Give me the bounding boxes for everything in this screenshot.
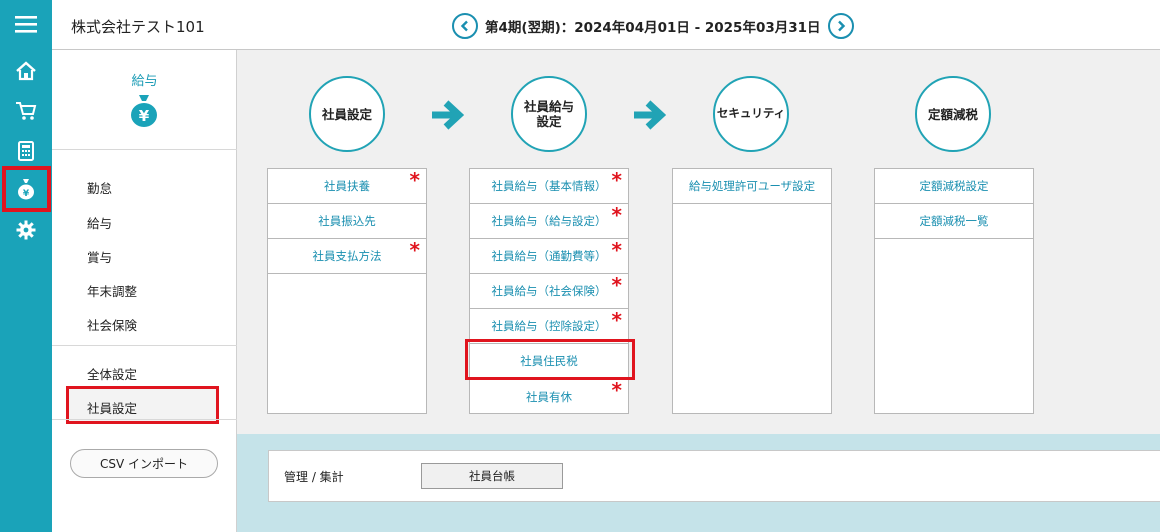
menu-item-label: 社員支払方法 [312, 249, 382, 263]
chevron-right-icon [837, 20, 845, 32]
csv-import-button[interactable]: CSV インポート [70, 449, 218, 478]
sidebar-item-bonus[interactable]: 賞与 [87, 247, 112, 266]
divider [52, 149, 237, 150]
menu-item-employee-dependents[interactable]: 社員扶養 * [268, 169, 426, 204]
sidebar-item-salary[interactable]: 給与 [87, 213, 112, 232]
menu-item-payroll-authorized-users[interactable]: 給与処理許可ユーザ設定 [673, 169, 831, 204]
menu-item-salary-commuting[interactable]: 社員給与（通勤費等） * [470, 239, 628, 274]
sidebar-item-social-insurance[interactable]: 社会保険 [87, 315, 137, 334]
required-mark: * [611, 273, 622, 297]
menu-item-salary-basic-info[interactable]: 社員給与（基本情報） * [470, 169, 628, 204]
divider [52, 419, 237, 420]
money-bag-icon: ¥ [129, 94, 159, 132]
menu-item-label: 社員給与（控除設定） [491, 319, 607, 333]
required-mark: * [409, 238, 420, 262]
period-navigator: 第4期(翌期)：2024年04月01日 - 2025年03月31日 [452, 12, 854, 40]
svg-text:¥: ¥ [139, 107, 150, 125]
home-icon[interactable] [0, 51, 52, 91]
menu-item-label: 社員給与（通勤費等） [491, 249, 607, 263]
menu-item-label: 社員有休 [526, 389, 572, 404]
chevron-left-icon [460, 20, 468, 32]
sidebar-item-general-settings[interactable]: 全体設定 [87, 364, 137, 383]
step-fixed-tax-reduction: 定額減税 [915, 76, 991, 152]
employee-ledger-button[interactable]: 社員台帳 [421, 463, 563, 489]
required-mark: * [409, 168, 420, 192]
sidebar-item-year-end-adjustment[interactable]: 年末調整 [87, 281, 137, 300]
step-employee-settings: 社員設定 [309, 76, 385, 152]
employee-settings-menu: 社員扶養 * 社員振込先 社員支払方法 * [267, 168, 427, 414]
next-period-button[interactable] [827, 13, 854, 39]
company-name: 株式会社テスト101 [71, 18, 205, 36]
cart-icon[interactable] [0, 91, 52, 131]
required-mark: * [611, 238, 622, 262]
header: 株式会社テスト101 第4期(翌期)：2024年04月01日 - 2025年03… [52, 0, 1160, 50]
active-module-highlight [2, 166, 51, 212]
menu-item-label: 給与処理許可ユーザ設定 [688, 179, 816, 193]
menu-item-salary-settings[interactable]: 社員給与（給与設定） * [470, 204, 628, 239]
previous-period-button[interactable] [452, 13, 478, 39]
menu-item-label: 社員給与（基本情報） [491, 179, 607, 193]
sidebar-item-attendance[interactable]: 勤怠 [87, 178, 112, 197]
arrow-right-icon [634, 100, 666, 130]
sidebar: 給与 ¥ 勤怠 給与 賞与 年末調整 社会保険 全体設定 社員設定 CSV イン… [52, 50, 237, 532]
fixed-tax-reduction-menu: 定額減税設定 定額減税一覧 [874, 168, 1034, 414]
step-employee-salary-settings: 社員給与 設定 [511, 76, 587, 152]
required-mark: * [611, 168, 622, 192]
menu-item-label: 定額減税一覧 [919, 214, 989, 228]
selected-item-highlight [465, 339, 635, 380]
divider [52, 345, 237, 346]
menu-icon[interactable] [0, 4, 52, 44]
menu-item-employee-bank-account[interactable]: 社員振込先 [268, 204, 426, 239]
menu-item-fixed-tax-reduction-settings[interactable]: 定額減税設定 [875, 169, 1033, 204]
management-panel: 管理 / 集計 社員台帳 [268, 450, 1160, 502]
menu-item-employee-paid-leave[interactable]: 社員有休 * [470, 379, 628, 414]
menu-item-label: 社員扶養 [324, 179, 370, 193]
sidebar-item-employee-settings[interactable]: 社員設定 [87, 398, 137, 417]
required-mark: * [611, 203, 622, 227]
arrow-right-icon [432, 100, 464, 130]
icon-rail: ¥ [0, 0, 52, 532]
menu-item-label: 社員給与（給与設定） [491, 214, 607, 228]
menu-item-salary-social-insurance[interactable]: 社員給与（社会保険） * [470, 274, 628, 309]
management-label: 管理 / 集計 [284, 470, 344, 484]
fiscal-period: 第4期(翌期)：2024年04月01日 - 2025年03月31日 [485, 20, 821, 36]
calculator-icon[interactable] [0, 131, 52, 171]
module-title: 給与 [131, 74, 158, 89]
menu-item-label: 定額減税設定 [919, 179, 989, 193]
gear-icon[interactable] [0, 210, 52, 250]
menu-item-label: 社員振込先 [318, 214, 376, 228]
security-menu: 給与処理許可ユーザ設定 [672, 168, 832, 414]
required-mark: * [611, 308, 622, 332]
menu-item-employee-payment-method[interactable]: 社員支払方法 * [268, 239, 426, 274]
menu-item-label: 社員給与（社会保険） [491, 284, 607, 298]
menu-item-fixed-tax-reduction-list[interactable]: 定額減税一覧 [875, 204, 1033, 239]
step-security: セキュリティ [713, 76, 789, 152]
required-mark: * [611, 378, 622, 402]
